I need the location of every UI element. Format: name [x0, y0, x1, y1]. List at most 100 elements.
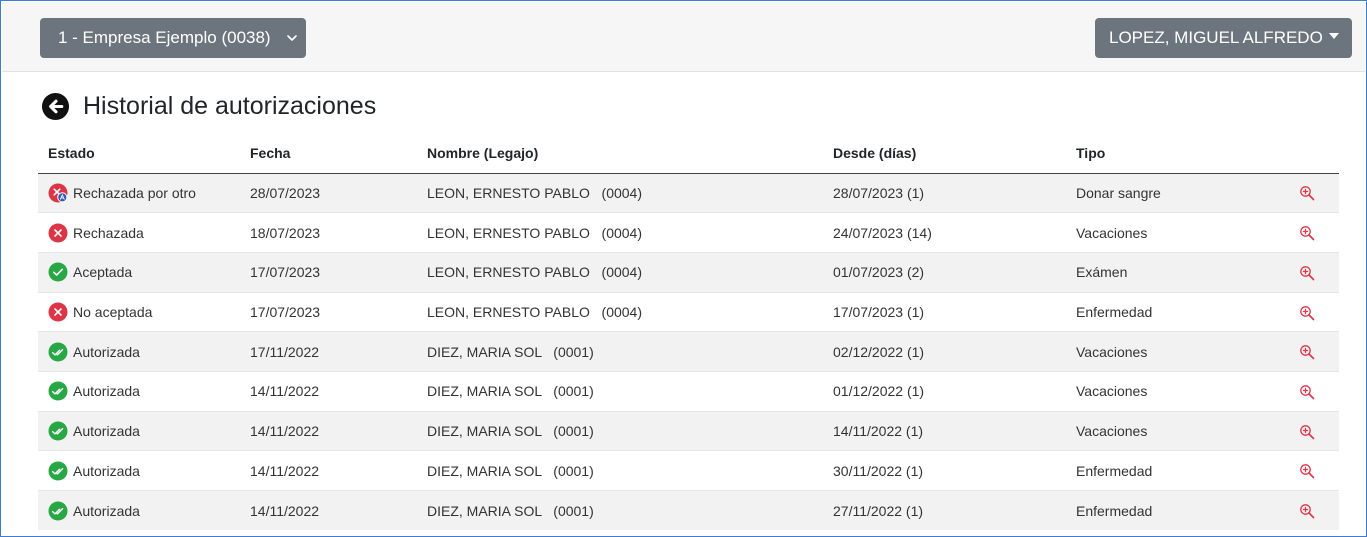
estado-label: Rechazada por otro: [73, 184, 196, 201]
tipo-cell: Vacaciones: [1066, 410, 1266, 451]
authorized-icon: [48, 421, 73, 441]
actions-cell: [1266, 490, 1339, 531]
page-header: Historial de autorizaciones: [41, 90, 376, 122]
chevron-down-icon: [287, 35, 297, 41]
desde-cell: 17/07/2023 (1): [823, 291, 1066, 332]
zoom-in-icon[interactable]: [1299, 462, 1315, 479]
zoom-in-icon[interactable]: [1299, 383, 1315, 400]
nombre-cell: DIEZ, MARIA SOL (0001): [417, 450, 823, 491]
estado-cell: Rechazada por otro: [38, 172, 240, 213]
tipo-cell: Exámen: [1066, 251, 1266, 293]
table-row: Autorizada 14/11/2022 DIEZ, MARIA SOL (000…: [38, 450, 1339, 491]
estado-label: Autorizada: [73, 502, 140, 519]
fecha-cell: 14/11/2022: [240, 410, 417, 451]
rejected-icon: [48, 223, 73, 243]
actions-cell: [1266, 370, 1339, 412]
tipo-cell: Donar sangre: [1066, 172, 1266, 213]
desde-cell: 28/07/2023 (1): [823, 172, 1066, 213]
nombre-cell: LEON, ERNESTO PABLO (0004): [417, 251, 823, 293]
fecha-cell: 28/07/2023: [240, 172, 417, 213]
fecha-cell: 18/07/2023: [240, 212, 417, 253]
nombre-cell: DIEZ, MARIA SOL (0001): [417, 331, 823, 372]
column-header-fecha: Fecha: [240, 134, 417, 174]
column-header-desde: Desde (días): [823, 134, 1066, 174]
nombre-cell: LEON, ERNESTO PABLO (0004): [417, 172, 823, 213]
tipo-cell: Enfermedad: [1066, 291, 1266, 332]
zoom-in-icon[interactable]: [1299, 422, 1315, 439]
estado-label: Autorizada: [73, 383, 140, 400]
column-header-actions: [1266, 134, 1339, 174]
fecha-cell: 14/11/2022: [240, 370, 417, 412]
estado-cell: Aceptada: [38, 251, 240, 293]
fecha-cell: 17/11/2022: [240, 331, 417, 372]
table-row: Autorizada 14/11/2022 DIEZ, MARIA SOL (000…: [38, 410, 1339, 451]
desde-cell: 02/12/2022 (1): [823, 331, 1066, 372]
rejected-icon: [48, 302, 73, 322]
desde-cell: 14/11/2022 (1): [823, 410, 1066, 451]
zoom-in-icon[interactable]: [1299, 502, 1315, 519]
zoom-in-icon[interactable]: [1299, 303, 1315, 320]
estado-cell: Autorizada: [38, 410, 240, 451]
caret-down-icon: [1328, 33, 1339, 39]
table-row: Aceptada 17/07/2023 LEON, ERNESTO PABLO (0…: [38, 251, 1339, 293]
actions-cell: [1266, 251, 1339, 293]
column-header-nombre: Nombre (Legajo): [417, 134, 823, 174]
nombre-cell: LEON, ERNESTO PABLO (0004): [417, 291, 823, 332]
desde-cell: 24/07/2023 (14): [823, 212, 1066, 253]
table-row: Autorizada 14/11/2022 DIEZ, MARIA SOL (000…: [38, 490, 1339, 531]
estado-cell: Autorizada: [38, 370, 240, 412]
table-row: Rechazada por otro 28/07/2023 LEON, ERNEST…: [38, 172, 1339, 213]
column-header-tipo: Tipo: [1066, 134, 1266, 174]
fecha-cell: 14/11/2022: [240, 450, 417, 491]
estado-label: Autorizada: [73, 422, 140, 439]
tipo-cell: Enfermedad: [1066, 450, 1266, 491]
company-select[interactable]: 1 - Empresa Ejemplo (0038): [40, 18, 306, 58]
table-row: Autorizada 17/11/2022 DIEZ, MARIA SOL (000…: [38, 331, 1339, 372]
actions-cell: [1266, 172, 1339, 213]
estado-cell: Autorizada: [38, 331, 240, 372]
fecha-cell: 17/07/2023: [240, 291, 417, 332]
authorized-icon: [48, 501, 73, 521]
zoom-in-icon[interactable]: [1299, 343, 1315, 360]
page-title: Historial de autorizaciones: [83, 91, 377, 120]
estado-cell: Autorizada: [38, 450, 240, 491]
estado-label: Aceptada: [73, 264, 133, 281]
user-name: LOPEZ, MIGUEL ALFREDO: [1109, 28, 1323, 47]
zoom-in-icon[interactable]: [1299, 224, 1315, 241]
desde-cell: 27/11/2022 (1): [823, 490, 1066, 531]
desde-cell: 30/11/2022 (1): [823, 450, 1066, 491]
estado-label: No aceptada: [73, 303, 153, 320]
table-header-row: Estado Fecha Nombre (Legajo) Desde (días…: [38, 134, 1339, 174]
nombre-cell: LEON, ERNESTO PABLO (0004): [417, 212, 823, 253]
user-menu-button[interactable]: LOPEZ, MIGUEL ALFREDO: [1095, 18, 1352, 58]
desde-cell: 01/12/2022 (1): [823, 370, 1066, 412]
actions-cell: [1266, 450, 1339, 491]
actions-cell: [1266, 291, 1339, 332]
estado-label: Autorizada: [73, 343, 140, 360]
arrow-left-circle-icon[interactable]: [41, 92, 70, 121]
zoom-in-icon[interactable]: [1299, 264, 1315, 281]
estado-label: Rechazada: [73, 224, 144, 241]
estado-cell: Autorizada: [38, 490, 240, 531]
accepted-icon: [48, 262, 73, 282]
fecha-cell: 14/11/2022: [240, 490, 417, 531]
top-navbar: 1 - Empresa Ejemplo (0038) LOPEZ, MIGUEL…: [2, 2, 1365, 72]
fecha-cell: 17/07/2023: [240, 251, 417, 293]
tipo-cell: Vacaciones: [1066, 212, 1266, 253]
nombre-cell: DIEZ, MARIA SOL (0001): [417, 370, 823, 412]
estado-label: Autorizada: [73, 462, 140, 479]
column-header-estado: Estado: [38, 134, 240, 174]
tipo-cell: Vacaciones: [1066, 370, 1266, 412]
authorized-icon: [48, 461, 73, 481]
zoom-in-icon[interactable]: [1299, 184, 1315, 201]
rejected-by-other-icon: [48, 183, 73, 203]
company-select-label: 1 - Empresa Ejemplo (0038): [58, 28, 271, 47]
tipo-cell: Vacaciones: [1066, 331, 1266, 372]
tipo-cell: Enfermedad: [1066, 490, 1266, 531]
table-row: Rechazada 18/07/2023 LEON, ERNESTO PABLO (…: [38, 212, 1339, 253]
estado-cell: Rechazada: [38, 212, 240, 253]
table-row: Autorizada 14/11/2022 DIEZ, MARIA SOL (000…: [38, 370, 1339, 412]
actions-cell: [1266, 410, 1339, 451]
actions-cell: [1266, 212, 1339, 253]
estado-cell: No aceptada: [38, 291, 240, 332]
